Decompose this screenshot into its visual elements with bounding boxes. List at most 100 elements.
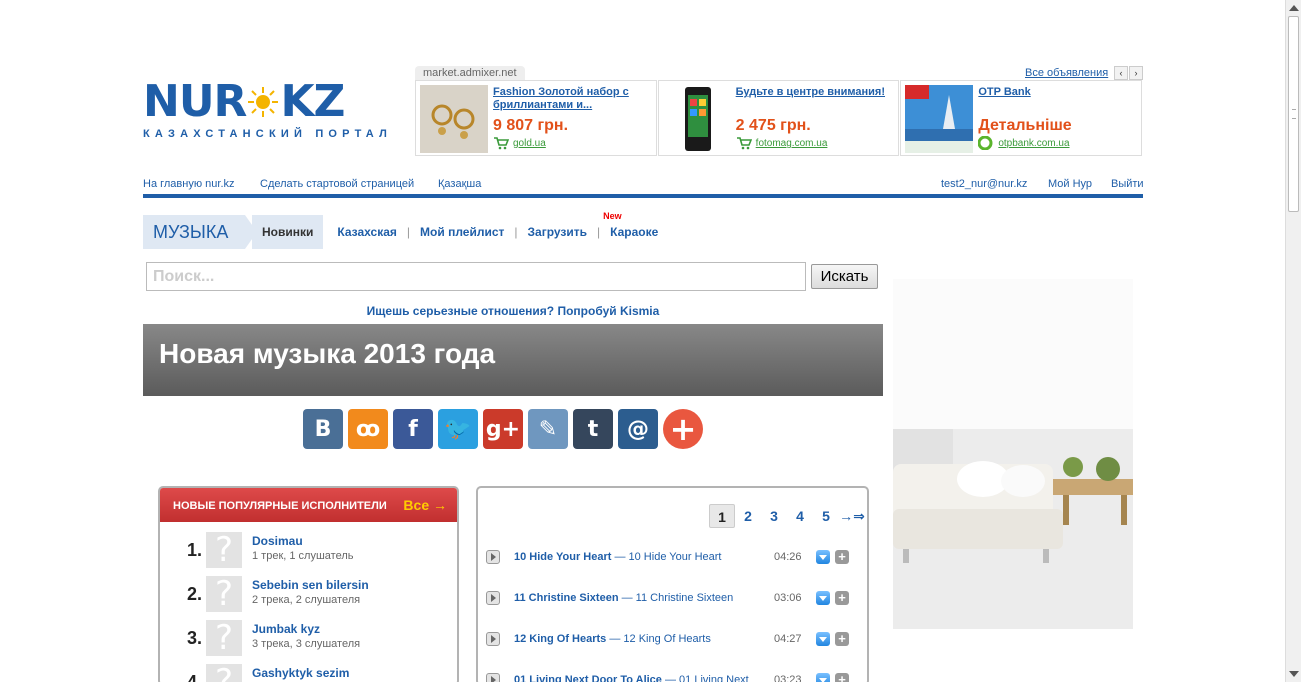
phone-image [662, 85, 731, 153]
add-to-playlist-icon[interactable]: + [835, 550, 849, 564]
page-link-current[interactable]: 1 [709, 504, 735, 528]
table-row[interactable]: 11 Christine Sixteen — 11 Christine Sixt… [484, 588, 862, 608]
home-link[interactable]: На главную nur.kz [143, 178, 235, 190]
my-nur-link[interactable]: Мой Нур [1048, 178, 1092, 190]
artist-rank: 4. [186, 672, 202, 682]
page-link[interactable]: 4 [787, 504, 813, 528]
next-page-link[interactable]: →⇒ [839, 504, 865, 528]
play-icon[interactable] [486, 673, 500, 682]
artist-name[interactable]: Jumbak kyz [252, 622, 320, 636]
table-row[interactable]: 12 King Of Hearts — 12 King Of Hearts 04… [484, 629, 862, 649]
scroll-thumb[interactable] [1288, 16, 1299, 212]
ad-next-button[interactable]: › [1129, 66, 1143, 80]
make-start-page-link[interactable]: Сделать стартовой страницей [260, 178, 414, 190]
scroll-down-icon[interactable] [1289, 671, 1299, 677]
track-link[interactable]: 01 Living Next Door To Alice — 01 Living… [514, 674, 762, 682]
ad-site-link[interactable]: otpbank.com.ua [978, 136, 1070, 150]
list-item[interactable]: 2. ? Sebebin sen bilersin 2 трека, 2 слу… [182, 576, 442, 612]
artist-avatar[interactable]: ? [206, 576, 242, 612]
artist-name[interactable]: Sebebin sen bilersin [252, 578, 369, 592]
vk-icon[interactable]: В [303, 409, 343, 449]
popular-artists-panel: НОВЫЕ ПОПУЛЯРНЫЕ ИСПОЛНИТЕЛИ Все → 1. ? … [158, 486, 459, 682]
page-link[interactable]: 2 [735, 504, 761, 528]
page-link[interactable]: 3 [761, 504, 787, 528]
all-ads-link[interactable]: Все объявления [1025, 67, 1108, 79]
scroll-up-icon[interactable] [1289, 5, 1299, 11]
list-item[interactable]: 3. ? Jumbak kyz 3 трека, 3 слушателя [182, 620, 442, 656]
track-duration: 04:26 [774, 551, 802, 563]
table-row[interactable]: 10 Hide Your Heart — 10 Hide Your Heart … [484, 547, 862, 567]
download-icon[interactable] [816, 632, 830, 646]
add-to-playlist-icon[interactable]: + [835, 591, 849, 605]
twitter-icon[interactable]: 🐦 [438, 409, 478, 449]
facebook-icon[interactable]: f [393, 409, 433, 449]
play-icon[interactable] [486, 591, 500, 605]
livejournal-icon[interactable]: ✎ [528, 409, 568, 449]
ad-card[interactable]: Будьте в центре внимания! 2 475 грн. fot… [657, 80, 900, 156]
side-ad-banner[interactable] [893, 279, 1133, 629]
ad-title[interactable]: Будьте в центре внимания! [736, 86, 896, 99]
list-item[interactable]: 1. ? Dosimau 1 трек, 1 слушатель [182, 532, 442, 568]
vertical-scrollbar[interactable] [1285, 0, 1301, 682]
track-link[interactable]: 10 Hide Your Heart — 10 Hide Your Heart [514, 551, 762, 563]
search-input[interactable]: Поиск... [146, 262, 806, 291]
new-badge: New [603, 211, 622, 221]
all-artists-link[interactable]: Все → [403, 497, 447, 513]
ad-site-link[interactable]: fotomag.com.ua [736, 137, 827, 150]
section-title[interactable]: МУЗЫКА [143, 215, 257, 249]
track-title: — 10 Hide Your Heart [611, 551, 722, 563]
play-icon[interactable] [486, 632, 500, 646]
add-to-playlist-icon[interactable]: + [835, 632, 849, 646]
tab-new[interactable]: Новинки [252, 215, 324, 249]
google-plus-icon[interactable]: g+ [483, 409, 523, 449]
table-row[interactable]: 01 Living Next Door To Alice — 01 Living… [484, 670, 862, 682]
download-icon[interactable] [816, 673, 830, 682]
list-item[interactable]: 4. ? Gashyktyk sezim [182, 664, 442, 682]
more-icon[interactable]: + [663, 409, 703, 449]
ad-title[interactable]: OTP Bank [978, 86, 1138, 99]
bank-promo-image [905, 85, 974, 153]
track-artist: 12 King Of Hearts [514, 633, 607, 645]
add-to-playlist-icon[interactable]: + [835, 673, 849, 682]
artist-rank: 1. [186, 540, 202, 560]
tab-my-playlist[interactable]: Мой плейлист [410, 225, 514, 239]
artist-name[interactable]: Dosimau [252, 534, 303, 548]
play-icon[interactable] [486, 550, 500, 564]
download-icon[interactable] [816, 550, 830, 564]
mail-icon[interactable]: @ [618, 409, 658, 449]
ad-title[interactable]: Fashion Золотой набор с бриллиантами и..… [493, 86, 653, 112]
logout-link[interactable]: Выйти [1111, 178, 1144, 190]
user-email-link[interactable]: test2_nur@nur.kz [941, 178, 1027, 190]
track-link[interactable]: 11 Christine Sixteen — 11 Christine Sixt… [514, 592, 762, 604]
search-button[interactable]: Искать [811, 264, 878, 289]
ad-site-link[interactable]: gold.ua [493, 137, 546, 150]
tumblr-icon[interactable]: t [573, 409, 613, 449]
section-tabs: Новинки Казахская | Мой плейлист | Загру… [252, 211, 668, 249]
artist-stats: 3 трека, 3 слушателя [252, 638, 361, 650]
tracks-panel: 1 2 3 4 5 →⇒ 10 Hide Your Heart — 10 Hid… [476, 486, 869, 682]
odnoklassniki-icon[interactable]: ꝏ [348, 409, 388, 449]
tab-karaoke-label: Караоке [610, 225, 659, 239]
sofa-image [893, 279, 1133, 629]
ad-price: Детальніше [978, 117, 1072, 134]
promo-link[interactable]: Ищешь серьезные отношения? Попробуй Kism… [143, 304, 883, 318]
site-logo[interactable]: NUR KZ КАЗАХСТАНСКИЙ ПОРТАЛ [143, 76, 387, 144]
artist-avatar[interactable]: ? [206, 620, 242, 656]
logo-text-left: NUR [143, 76, 247, 127]
page-link[interactable]: 5 [813, 504, 839, 528]
track-link[interactable]: 12 King Of Hearts — 12 King Of Hearts [514, 633, 762, 645]
artist-rank: 3. [186, 628, 202, 648]
ad-site-label: gold.ua [513, 138, 546, 149]
download-icon[interactable] [816, 591, 830, 605]
artist-avatar[interactable]: ? [206, 532, 242, 568]
ad-card[interactable]: OTP Bank Детальніше otpbank.com.ua [900, 80, 1143, 156]
ad-prev-button[interactable]: ‹ [1114, 66, 1128, 80]
kazakh-language-link[interactable]: Қазақша [438, 178, 481, 190]
logo-text-right: KZ [280, 76, 345, 127]
ad-card[interactable]: Fashion Золотой набор с бриллиантами и..… [415, 80, 657, 156]
tab-kazakh[interactable]: Казахская [327, 225, 407, 239]
tab-upload[interactable]: Загрузить [518, 225, 597, 239]
artist-name[interactable]: Gashyktyk sezim [252, 666, 349, 680]
tab-karaoke[interactable]: New Караоке [600, 211, 668, 239]
artist-avatar[interactable]: ? [206, 664, 242, 682]
